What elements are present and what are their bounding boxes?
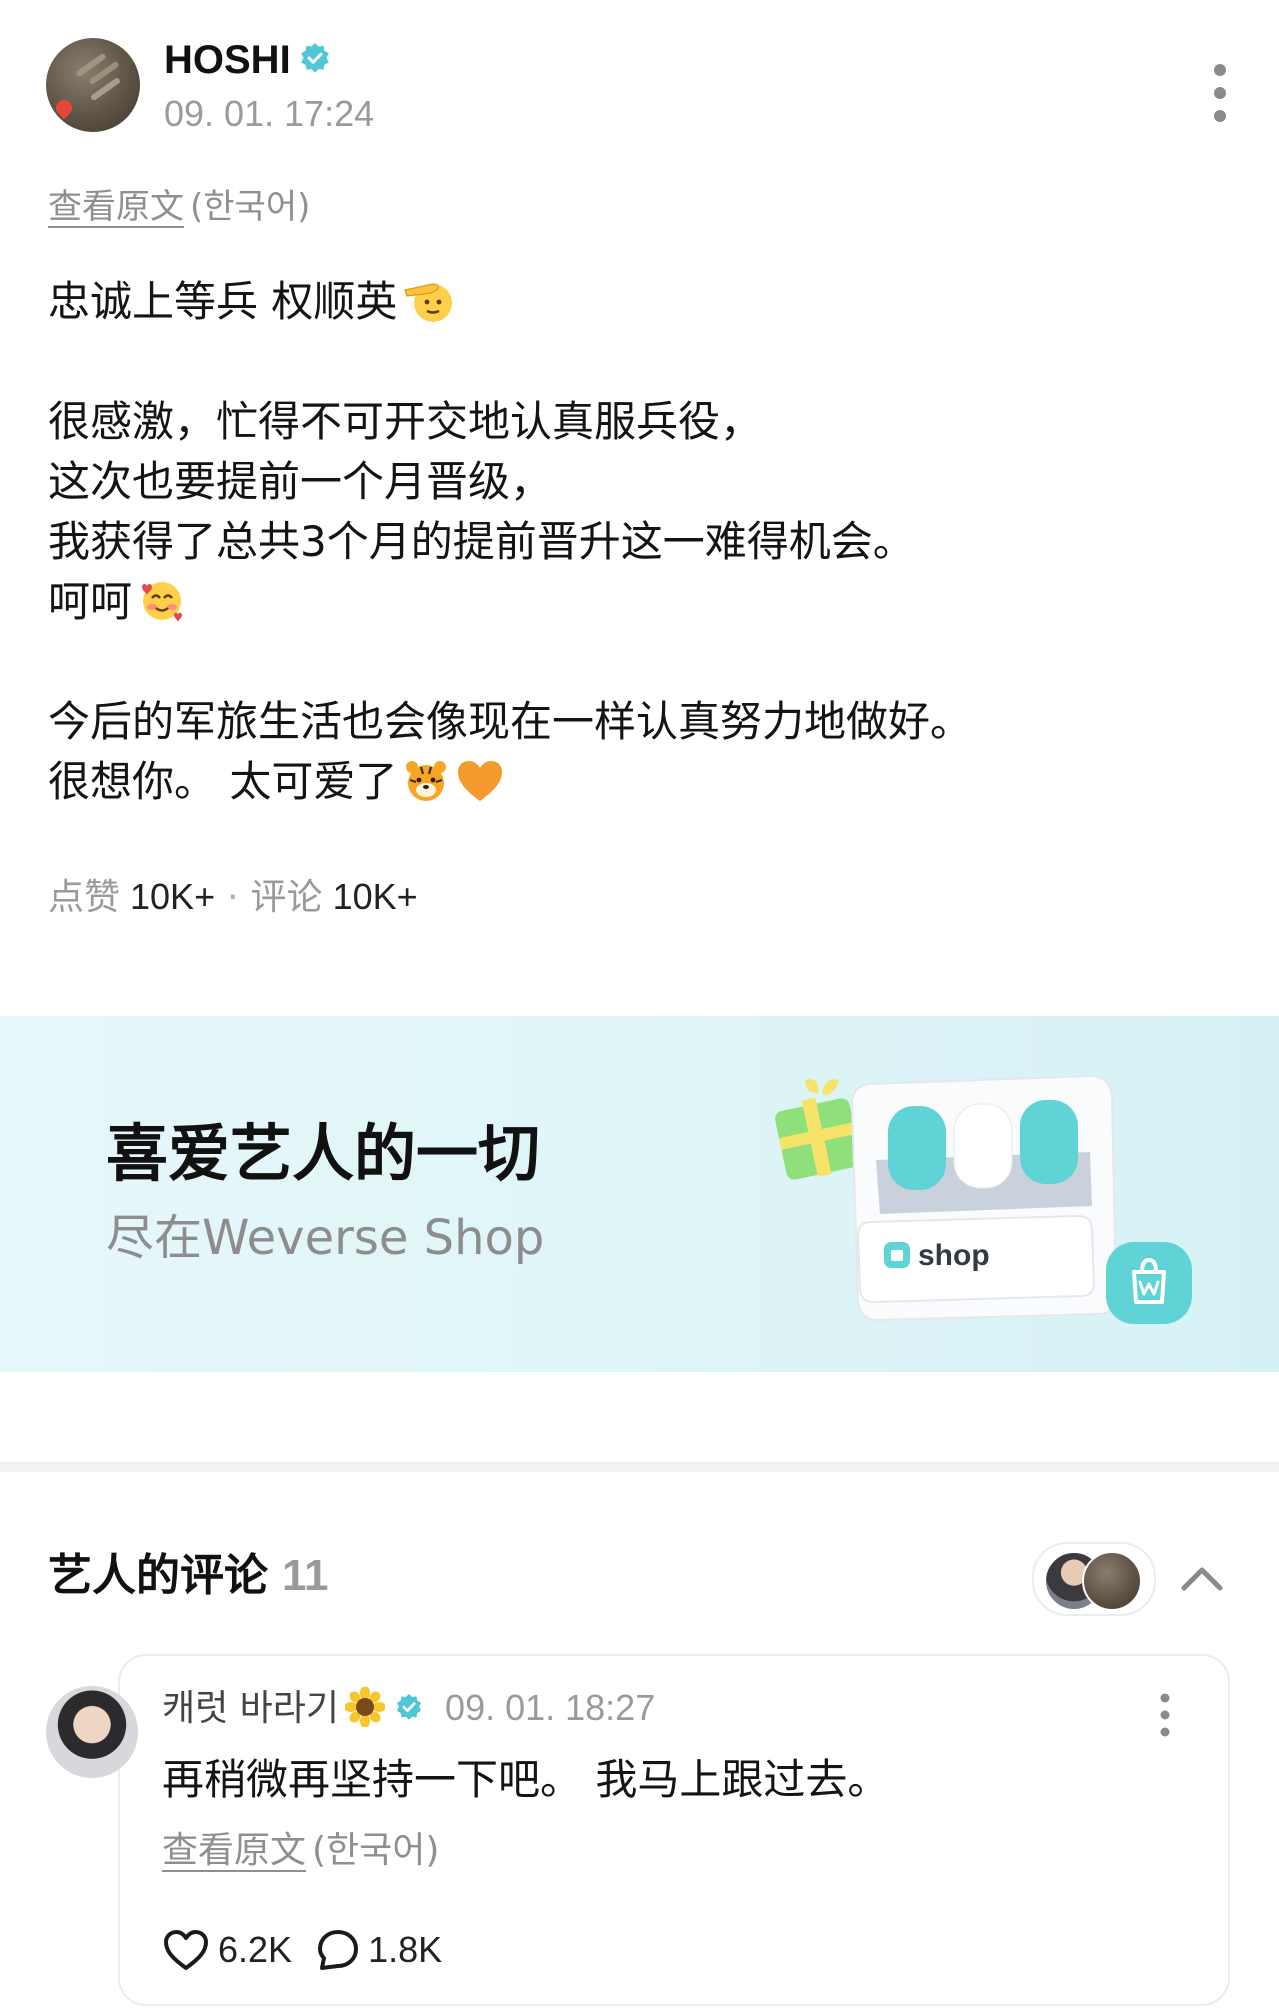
comment-timestamp: 09. 01. 18:27 bbox=[445, 1687, 656, 1728]
post-line-text: 忠诚上等兵 权顺英 bbox=[48, 277, 398, 326]
comment-author-avatar[interactable] bbox=[46, 1686, 138, 1778]
artist-comments-header: 艺人的评论 11 bbox=[48, 1548, 329, 1604]
chevron-up-icon[interactable] bbox=[1176, 1556, 1228, 1600]
comment-like-count: 6.2K bbox=[218, 1929, 293, 1971]
shop-storefront-illustration: shop bbox=[775, 1074, 1192, 1324]
post-line-text: 呵呵 bbox=[48, 577, 133, 626]
comment-translate-row: 查看原文 (한국어) bbox=[162, 1826, 439, 1876]
original-language-label: (한국어) bbox=[190, 187, 311, 227]
stats-separator: · bbox=[227, 877, 239, 918]
tiger-face-emoji bbox=[406, 760, 447, 801]
comment-reply-count: 1.8K bbox=[368, 1929, 443, 1971]
more-vertical-icon[interactable] bbox=[1200, 62, 1240, 124]
more-vertical-icon[interactable] bbox=[1150, 1690, 1180, 1740]
post-line: 我获得了总共3个月的提前晋升这一难得机会。 bbox=[48, 512, 1228, 572]
post-line: 今后的军旅生活也会像现在一样认真努力地做好。 bbox=[48, 692, 1228, 752]
shopping-bag-icon bbox=[1106, 1242, 1192, 1324]
likes-label: 点赞 bbox=[48, 877, 121, 918]
commenter-avatar-stack[interactable] bbox=[1032, 1542, 1156, 1616]
comment-actions: 6.2K 1.8K bbox=[162, 1920, 466, 1976]
view-original-link[interactable]: 查看原文 bbox=[162, 1830, 306, 1871]
verified-badge-icon bbox=[396, 1693, 422, 1720]
post-body: 忠诚上等兵 权顺英 很感激，忙得不可开交地认真服兵役， 这次也要提前一个月晋级，… bbox=[48, 272, 1228, 812]
post-line: 呵呵 bbox=[48, 572, 1228, 632]
comments-label: 评论 bbox=[250, 877, 323, 918]
likes-count[interactable]: 10K+ bbox=[130, 876, 215, 917]
sunflower-emoji bbox=[344, 1686, 387, 1728]
post-line: 很想你。 太可爱了 bbox=[48, 752, 1228, 812]
post-line: 这次也要提前一个月晋级， bbox=[48, 452, 1228, 512]
comment-author-row: 캐럿 바라기 09. 01. 18:27 bbox=[162, 1684, 655, 1733]
post-line: 忠诚上等兵 权顺英 bbox=[48, 272, 1228, 332]
like-button[interactable]: 6.2K bbox=[162, 1922, 292, 1978]
smiling-face-with-hearts-emoji bbox=[142, 581, 183, 622]
author-name[interactable]: HOSHI bbox=[164, 38, 291, 82]
storefront-icon: shop bbox=[850, 1074, 1118, 1322]
author-name-row[interactable]: HOSHI bbox=[164, 36, 331, 84]
artist-comments-title: 艺人的评论 bbox=[48, 1550, 268, 1601]
banner-art-label: shop bbox=[918, 1239, 990, 1272]
post-line-blank bbox=[48, 332, 1228, 392]
section-divider bbox=[0, 1462, 1279, 1472]
author-avatar[interactable] bbox=[46, 38, 140, 132]
view-original-link[interactable]: 查看原文 bbox=[48, 187, 184, 227]
original-language-label: (한국어) bbox=[312, 1830, 440, 1871]
post-line-blank bbox=[48, 632, 1228, 692]
commenter-avatar bbox=[1082, 1551, 1142, 1611]
comment-text: 再稍微再坚持一下吧。 我马上跟过去。 bbox=[162, 1755, 890, 1804]
post-line: 很感激，忙得不可开交地认真服兵役， bbox=[48, 392, 1228, 452]
translate-row: 查看原文 (한국어) bbox=[48, 182, 310, 232]
post-line-text: 很感激，忙得不可开交地认真服兵役， bbox=[48, 397, 763, 446]
saluting-face-emoji bbox=[404, 282, 453, 322]
post-line-text: 很想你。 太可爱了 bbox=[48, 757, 398, 806]
comment-author-name[interactable]: 캐럿 바라기 bbox=[162, 1688, 339, 1729]
banner-subtitle: 尽在Weverse Shop bbox=[106, 1210, 545, 1266]
orange-heart-emoji bbox=[458, 760, 503, 801]
post-line-text: 这次也要提前一个月晋级， bbox=[48, 457, 553, 506]
post-timestamp: 09. 01. 17:24 bbox=[164, 93, 375, 134]
gift-box-icon bbox=[775, 1079, 861, 1180]
heart-icon bbox=[164, 1929, 208, 1970]
post-stats: 点赞 10K+ · 评论 10K+ bbox=[48, 872, 418, 923]
artist-comments-count: 11 bbox=[282, 1551, 329, 1600]
post-line-text: 今后的军旅生活也会像现在一样认真努力地做好。 bbox=[48, 697, 973, 746]
verified-badge-icon bbox=[300, 43, 329, 74]
comments-count[interactable]: 10K+ bbox=[333, 876, 418, 917]
banner-title: 喜爱艺人的一切 bbox=[106, 1117, 541, 1190]
post-line-text: 我获得了总共3个月的提前晋升这一难得机会。 bbox=[48, 517, 915, 566]
post-header: HOSHI 09. 01. 17:24 bbox=[0, 0, 1279, 170]
weverse-shop-banner[interactable]: 喜爱艺人的一切 尽在Weverse Shop shop bbox=[0, 1016, 1279, 1372]
comment-bubble-icon bbox=[318, 1929, 359, 1970]
reply-button[interactable]: 1.8K bbox=[316, 1922, 442, 1978]
